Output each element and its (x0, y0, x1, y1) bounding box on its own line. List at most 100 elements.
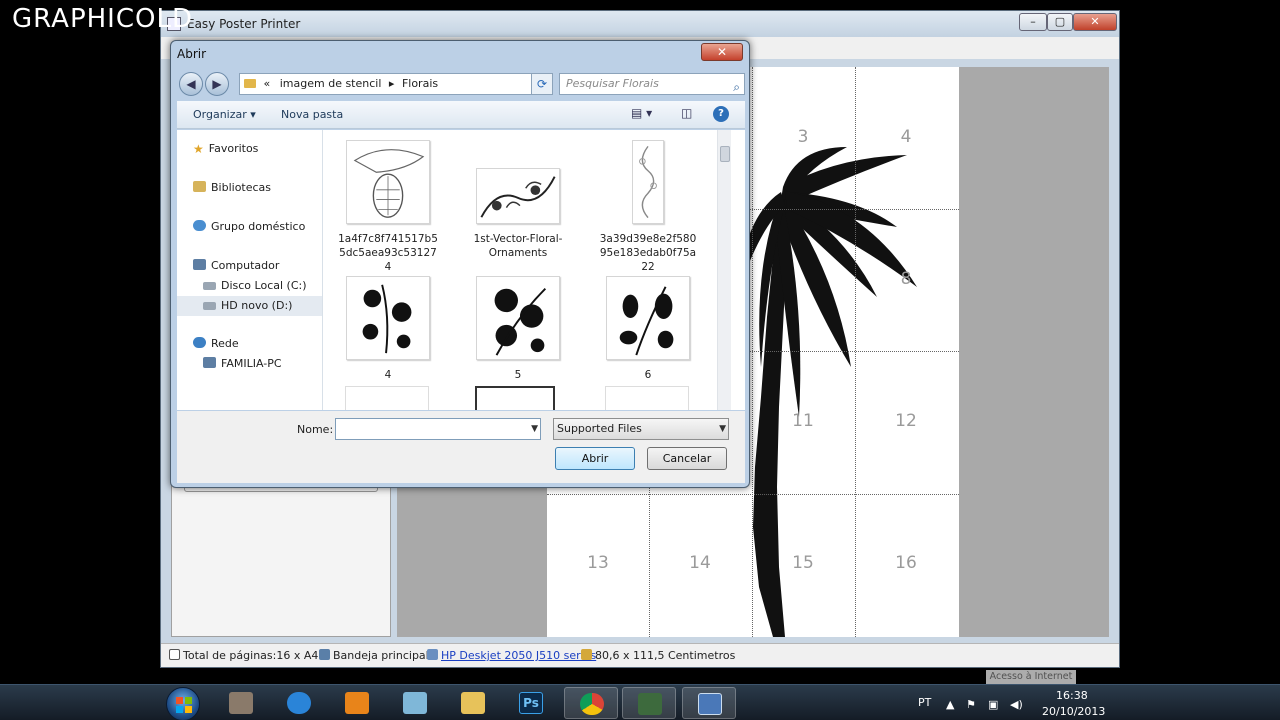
file-item-partial[interactable] (605, 386, 689, 410)
scrollbar-thumb[interactable] (720, 146, 730, 162)
file-item-partial[interactable] (475, 386, 555, 410)
back-arrow-icon[interactable]: ◀ (179, 72, 203, 96)
taskbar: Ps PT ▲ ⚑ ▣ ◀) 16:38 20/10/2013 (0, 684, 1280, 720)
taskbar-app-explorer[interactable] (446, 687, 500, 719)
dialog-body: ★ Favoritos Bibliotecas Grupo doméstico C… (177, 130, 745, 410)
help-icon[interactable]: ? (713, 106, 729, 122)
dialog-footer: Nome: ▼ Supported Files ▼ Abrir Cancelar (177, 411, 745, 483)
show-hidden-icons[interactable]: ▲ (946, 698, 954, 711)
file-thumbnail[interactable] (346, 276, 430, 360)
tray-icon (319, 649, 330, 660)
vertical-scrollbar[interactable] (717, 130, 731, 410)
preview-pane-icon[interactable]: ◫ (681, 106, 692, 122)
new-folder-button[interactable]: Nova pasta (281, 108, 343, 121)
total-pages-status: Total de páginas:16 x A4 (169, 649, 318, 662)
desktop: GRAPHICOLD Easy Poster Printer – ▢ ✕ 3 4… (0, 0, 1280, 720)
monitor-icon (638, 693, 662, 715)
page-divider (855, 67, 856, 637)
forward-arrow-icon[interactable]: ▶ (205, 72, 229, 96)
file-thumbnail[interactable] (346, 140, 430, 224)
taskbar-app-poster-printer[interactable] (682, 687, 736, 719)
watermark-text: GRAPHICOLD (12, 4, 193, 34)
start-button[interactable] (166, 687, 200, 720)
file-type-select[interactable]: Supported Files ▼ (553, 418, 729, 440)
cancel-button[interactable]: Cancelar (647, 447, 727, 470)
page-number: 12 (895, 411, 917, 431)
app-titlebar[interactable]: Easy Poster Printer – ▢ ✕ (161, 11, 1119, 37)
file-item[interactable]: 1st-Vector-Floral- Ornaments (453, 168, 583, 260)
chevron-down-icon[interactable]: ▼ (531, 419, 538, 439)
view-options-icon[interactable]: ▤ ▾ (631, 106, 652, 122)
clock-date[interactable]: 20/10/2013 (1042, 705, 1105, 718)
file-thumbnail[interactable] (606, 276, 690, 360)
tree-item-network[interactable]: Rede (193, 337, 239, 350)
poster-grid-icon (698, 693, 722, 715)
folder-icon (244, 79, 256, 88)
taskbar-app-media[interactable] (330, 687, 384, 719)
folder-icon (461, 692, 485, 714)
address-part-stencil[interactable]: imagem de stencil (280, 77, 382, 90)
chevron-down-icon[interactable]: ▼ (719, 419, 726, 439)
tree-item-libraries[interactable]: Bibliotecas (193, 181, 271, 194)
libraries-icon (193, 181, 206, 192)
dialog-close-button[interactable]: ✕ (701, 43, 743, 61)
media-player-icon (345, 692, 369, 714)
action-center-icon[interactable]: ⚑ (966, 698, 976, 711)
taskbar-app-ie[interactable] (272, 687, 326, 719)
computer-icon (193, 259, 206, 270)
file-thumbnail[interactable] (476, 276, 560, 360)
file-thumbnail[interactable] (632, 140, 664, 224)
printer-icon (427, 649, 438, 660)
file-list: 1a4f7c8f741517b5 5dc5aea93c53127 4 1st-V… (323, 130, 731, 410)
clock-time[interactable]: 16:38 (1056, 689, 1088, 702)
search-icon[interactable]: ⌕ (733, 77, 740, 97)
address-bar[interactable]: « imagem de stencil ▸ Florais ▼ (239, 73, 545, 95)
tools-icon (229, 692, 253, 714)
file-item[interactable]: 3a39d39e8e2f580 95e183edab0f75a 22 (583, 140, 713, 274)
tree-item-homegroup[interactable]: Grupo doméstico (193, 220, 305, 233)
navigation-tree: ★ Favoritos Bibliotecas Grupo doméstico C… (177, 130, 323, 410)
printer-status[interactable]: HP Deskjet 2050 J510 series (427, 649, 596, 662)
file-item[interactable]: 5 (453, 276, 583, 382)
file-name-input[interactable]: ▼ (335, 418, 541, 440)
app-title: Easy Poster Printer (187, 17, 301, 31)
tree-item-disk-d[interactable]: HD novo (D:) (177, 296, 322, 316)
taskbar-app-chrome[interactable] (564, 687, 618, 719)
ruler-icon (581, 649, 592, 660)
taskbar-app-monitor[interactable] (622, 687, 676, 719)
address-prefix[interactable]: « (264, 77, 271, 90)
tree-item-favorites[interactable]: ★ Favoritos (193, 142, 258, 156)
tree-item-disk-c[interactable]: Disco Local (C:) (203, 279, 307, 292)
tree-item-computer[interactable]: Computador (193, 259, 279, 272)
file-item[interactable]: 1a4f7c8f741517b5 5dc5aea93c53127 4 (323, 140, 453, 274)
search-input[interactable]: Pesquisar Florais ⌕ (559, 73, 745, 95)
address-separator[interactable]: ▸ (389, 77, 395, 90)
close-button[interactable]: ✕ (1073, 13, 1117, 31)
taskbar-app-tools[interactable] (214, 687, 268, 719)
homegroup-icon (193, 220, 206, 231)
file-item-partial[interactable] (345, 386, 429, 410)
maximize-button[interactable]: ▢ (1047, 13, 1073, 31)
size-status: 80,6 x 111,5 Centimetros (581, 649, 735, 662)
volume-icon[interactable]: ◀) (1010, 698, 1023, 711)
open-button[interactable]: Abrir (555, 447, 635, 470)
photoshop-icon: Ps (519, 692, 543, 714)
page-number: 4 (900, 127, 912, 147)
organize-button[interactable]: Organizar ▾ (193, 108, 256, 121)
tooltip-ghost: Acesso à Internet (986, 670, 1076, 684)
page-number: 3 (797, 127, 809, 147)
refresh-icon[interactable]: ⟳ (531, 73, 553, 95)
tree-item-familia-pc[interactable]: FAMILIA-PC (203, 357, 282, 370)
page-divider (752, 67, 753, 637)
taskbar-app-photoshop[interactable]: Ps (504, 687, 558, 719)
file-item[interactable]: 6 (583, 276, 713, 382)
address-part-florais[interactable]: Florais (402, 77, 438, 90)
file-item[interactable]: 4 (323, 276, 453, 382)
language-indicator[interactable]: PT (918, 696, 931, 709)
open-file-dialog: Abrir ✕ ◀ ▶ « imagem de stencil ▸ Florai… (170, 40, 750, 488)
drive-icon (203, 302, 216, 310)
taskbar-app-notes[interactable] (388, 687, 442, 719)
minimize-button[interactable]: – (1019, 13, 1047, 31)
file-thumbnail[interactable] (476, 168, 560, 224)
network-icon[interactable]: ▣ (988, 698, 998, 711)
